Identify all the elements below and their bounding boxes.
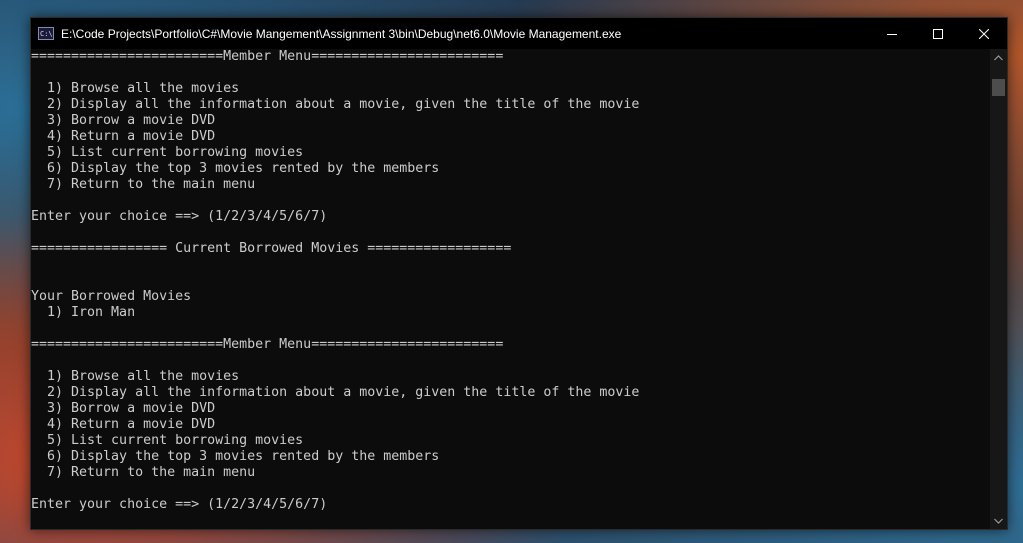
- vertical-scrollbar[interactable]: [990, 49, 1007, 529]
- console-line: 7) Return to the main menu: [31, 177, 256, 192]
- console-line: 5) List current borrowing movies: [31, 145, 304, 160]
- console-line: 5) List current borrowing movies: [31, 433, 304, 448]
- console-line: 6) Display the top 3 movies rented by th…: [31, 161, 440, 176]
- maximize-button[interactable]: [915, 18, 961, 49]
- console-line: 3) Borrow a movie DVD: [31, 401, 216, 416]
- console-line: 4) Return a movie DVD: [31, 417, 216, 432]
- window-controls: [869, 18, 1007, 49]
- console-window: C:\ E:\Code Projects\Portfolio\C#\Movie …: [30, 17, 1008, 530]
- console-line: Enter your choice ==> (1/2/3/4/5/6/7): [31, 209, 328, 224]
- console-line: 1) Browse all the movies: [31, 369, 240, 384]
- close-icon: [979, 28, 989, 39]
- console-line: 2) Display all the information about a m…: [31, 97, 640, 112]
- minimize-icon: [887, 33, 897, 35]
- console-line: 4) Return a movie DVD: [31, 129, 216, 144]
- console-line: 3) Borrow a movie DVD: [31, 113, 216, 128]
- console-line: 7) Return to the main menu: [31, 465, 256, 480]
- console-line: 1) Browse all the movies: [31, 81, 240, 96]
- scroll-down-button[interactable]: [990, 512, 1007, 529]
- console-line: Your Borrowed Movies: [31, 289, 192, 304]
- maximize-icon: [933, 28, 943, 39]
- console-line: 1) Iron Man: [31, 305, 136, 320]
- title-bar[interactable]: C:\ E:\Code Projects\Portfolio\C#\Movie …: [31, 18, 1007, 49]
- console-text: ========================Member Menu=====…: [31, 49, 989, 513]
- close-button[interactable]: [961, 18, 1007, 49]
- chevron-down-icon: [994, 518, 1003, 524]
- console-line: ========================Member Menu=====…: [31, 49, 504, 64]
- console-app-icon: C:\: [38, 27, 54, 40]
- console-line: 6) Display the top 3 movies rented by th…: [31, 449, 440, 464]
- chevron-up-icon: [994, 54, 1003, 60]
- scroll-thumb[interactable]: [992, 79, 1005, 96]
- console-output[interactable]: ========================Member Menu=====…: [31, 49, 989, 529]
- console-line: ========================Member Menu=====…: [31, 337, 504, 352]
- window-title: E:\Code Projects\Portfolio\C#\Movie Mang…: [61, 26, 622, 41]
- minimize-button[interactable]: [869, 18, 915, 49]
- console-line: Enter your choice ==> (1/2/3/4/5/6/7): [31, 497, 328, 512]
- console-line: 2) Display all the information about a m…: [31, 385, 640, 400]
- console-line: ================= Current Borrowed Movie…: [31, 241, 512, 256]
- scroll-up-button[interactable]: [990, 49, 1007, 66]
